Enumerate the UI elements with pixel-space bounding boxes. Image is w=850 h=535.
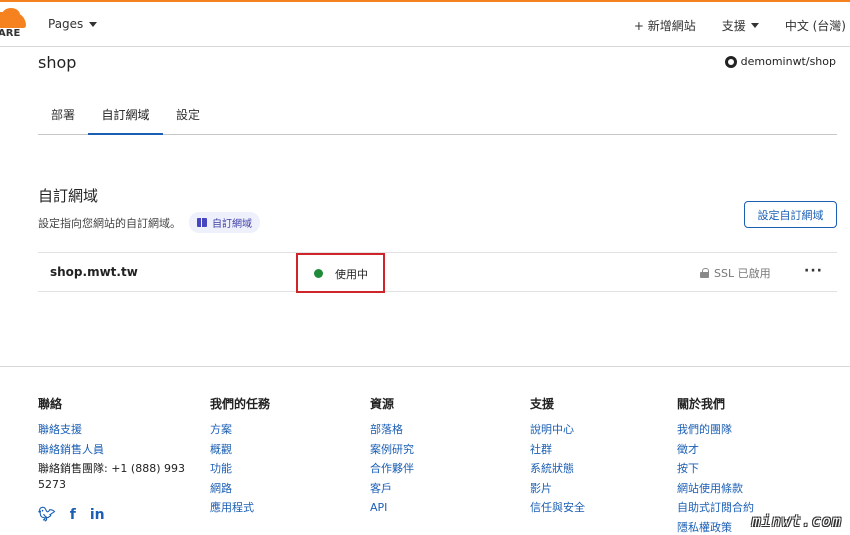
linkedin-icon[interactable]: in	[90, 507, 105, 523]
footer-link[interactable]: 我們的團隊	[677, 420, 754, 440]
setup-custom-domain-button[interactable]: 設定自訂網域	[744, 201, 837, 228]
footer-link[interactable]: 隱私權政策	[677, 518, 754, 535]
footer-link[interactable]: 聯絡銷售人員	[38, 440, 188, 460]
footer-heading: 聯絡	[38, 397, 63, 411]
logo-cloud-base	[0, 12, 26, 28]
add-site-label: + 新增網站	[633, 19, 696, 33]
footer-link[interactable]: 社群	[530, 440, 585, 460]
footer-link[interactable]: 案例研究	[370, 440, 414, 460]
footer-link[interactable]: 說明中心	[530, 420, 585, 440]
domain-name[interactable]: shop.mwt.tw	[50, 265, 138, 279]
ssl-status: SSL 已啟用	[700, 265, 771, 281]
description-text: 設定指向您網站的自訂網域。	[38, 216, 181, 230]
support-label: 支援	[721, 19, 746, 33]
footer-link[interactable]: 按下	[677, 459, 754, 479]
twitter-icon[interactable]: 🐦︎	[38, 507, 56, 523]
footer-link[interactable]: 概觀	[210, 440, 270, 460]
pages-label: Pages	[48, 17, 84, 31]
add-site-button[interactable]: + 新增網站	[634, 17, 696, 34]
footer-link[interactable]: 網站使用條款	[677, 479, 754, 499]
chevron-down-icon	[750, 23, 759, 28]
footer-link[interactable]: 自助式訂閱合約	[677, 498, 754, 518]
book-icon	[197, 218, 207, 227]
footer-col-contact: 聯絡 聯絡支援 聯絡銷售人員 聯絡銷售團隊: +1 (888) 993 5273…	[38, 395, 188, 523]
status-active-dot-icon	[314, 269, 323, 278]
footer-link[interactable]: 客戶	[370, 479, 414, 499]
footer-link[interactable]: 功能	[210, 459, 270, 479]
footer-link[interactable]: 系統狀態	[530, 459, 585, 479]
footer-heading: 關於我們	[677, 397, 726, 411]
pages-dropdown[interactable]: Pages	[48, 17, 98, 31]
more-options-button[interactable]: ···	[804, 263, 823, 279]
chevron-down-icon	[89, 21, 98, 27]
language-label: 中文 (台灣)	[784, 19, 846, 33]
nav-right-group: + 新增網站 支援 中文 (台灣)	[634, 17, 846, 34]
footer-link[interactable]: 徵才	[677, 440, 754, 460]
lock-icon	[700, 268, 709, 278]
logo-text: ARE	[0, 28, 21, 39]
tab-custom-domains[interactable]: 自訂網域	[88, 106, 163, 135]
watermark: minwt.com	[751, 512, 842, 530]
section-title: 自訂網域	[38, 187, 99, 205]
footer-heading: 我們的任務	[210, 397, 271, 411]
footer-link[interactable]: API	[370, 498, 414, 518]
footer-link[interactable]: 聯絡支援	[38, 420, 188, 440]
footer-link[interactable]: 應用程式	[210, 498, 270, 518]
footer-link[interactable]: 信任與安全	[530, 498, 585, 518]
docs-link-pill[interactable]: 自訂網域	[189, 212, 260, 233]
ssl-label: SSL 已啟用	[714, 267, 771, 280]
footer-col-about: 關於我們 我們的團隊 徵才 按下 網站使用條款 自助式訂閱合約 隱私權政策	[677, 395, 754, 535]
footer-heading: 支援	[530, 397, 555, 411]
github-icon	[724, 55, 737, 68]
footer-col-resources: 資源 部落格 案例研究 合作夥伴 客戶 API	[370, 395, 414, 518]
tab-settings[interactable]: 設定	[163, 106, 213, 135]
footer-link[interactable]: 部落格	[370, 420, 414, 440]
footer-heading: 資源	[370, 397, 395, 411]
footer-link[interactable]: 合作夥伴	[370, 459, 414, 479]
footer: 聯絡 聯絡支援 聯絡銷售人員 聯絡銷售團隊: +1 (888) 993 5273…	[0, 366, 850, 535]
footer-link[interactable]: 方案	[210, 420, 270, 440]
facebook-icon[interactable]: f	[70, 507, 76, 523]
language-selector[interactable]: 中文 (台灣)	[785, 17, 846, 34]
footer-col-mission: 我們的任務 方案 概觀 功能 網路 應用程式	[210, 395, 270, 518]
cloudflare-logo[interactable]: ARE	[0, 4, 30, 44]
docs-link-label: 自訂網域	[212, 219, 252, 230]
project-title: shop	[38, 53, 77, 72]
support-dropdown[interactable]: 支援	[722, 17, 759, 34]
social-links: 🐦︎ f in	[38, 507, 188, 523]
status-text: 使用中	[335, 268, 368, 281]
top-navigation: ARE Pages + 新增網站 支援 中文 (台灣)	[0, 0, 850, 47]
repo-label: demominwt/shop	[740, 55, 836, 68]
section-description: 設定指向您網站的自訂網域。 自訂網域	[38, 212, 260, 233]
footer-col-support: 支援 說明中心 社群 系統狀態 影片 信任與安全	[530, 395, 585, 518]
repo-link[interactable]: demominwt/shop	[724, 55, 836, 68]
sales-phone: 聯絡銷售團隊: +1 (888) 993 5273	[38, 462, 185, 491]
domain-row: shop.mwt.tw 使用中 SSL 已啟用 ···	[38, 252, 837, 293]
status-highlight-box: 使用中	[296, 253, 385, 293]
footer-link[interactable]: 影片	[530, 479, 585, 499]
footer-link[interactable]: 網路	[210, 479, 270, 499]
tab-deployments[interactable]: 部署	[38, 106, 88, 135]
tab-bar: 部署 自訂網域 設定	[38, 106, 837, 135]
